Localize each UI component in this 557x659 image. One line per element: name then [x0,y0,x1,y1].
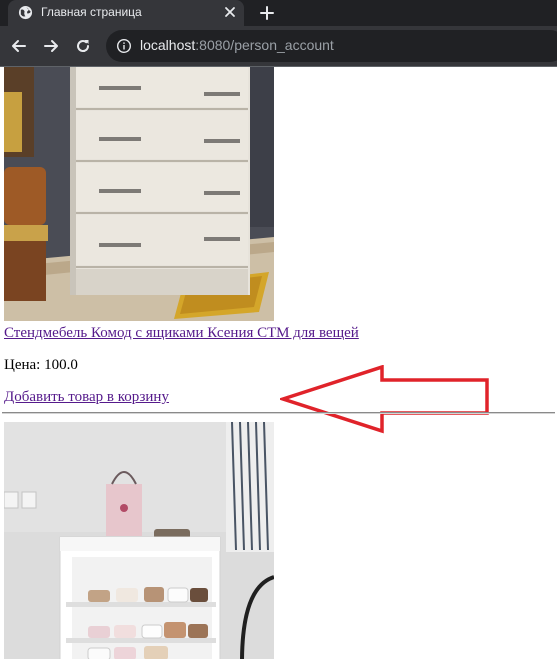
tab-main-page[interactable]: Главная страница [8,0,244,26]
url-host: localhost [140,37,196,53]
url-path: :8080/person_account [195,37,334,53]
red-arrow-annotation [280,365,489,434]
product-image-shoe-rack[interactable] [4,422,274,659]
browser-toolbar: localhost:8080/person_account [0,26,557,66]
tab-title: Главная страница [41,5,142,19]
new-tab-plus-icon[interactable] [258,4,276,22]
product-price: Цена: 100.0 [4,357,78,374]
url-text: localhost:8080/person_account [140,37,334,53]
back-arrow-icon[interactable] [10,37,28,55]
price-value: 100.0 [44,357,78,373]
address-bar[interactable]: localhost:8080/person_account [106,30,557,62]
globe-icon [18,5,33,20]
product-image-dresser[interactable] [4,67,274,321]
reload-icon[interactable] [74,37,92,55]
product-divider [2,412,555,414]
info-icon[interactable] [116,38,132,54]
close-icon[interactable] [222,4,238,20]
price-label: Цена: [4,357,41,373]
page-content: Стендмебель Комод с ящиками Ксения СТМ д… [0,67,557,659]
add-to-cart-link[interactable]: Добавить товар в корзину [4,389,169,406]
tab-strip: Главная страница [0,0,557,26]
forward-arrow-icon[interactable] [42,37,60,55]
product-title-link[interactable]: Стендмебель Комод с ящиками Ксения СТМ д… [4,325,359,342]
